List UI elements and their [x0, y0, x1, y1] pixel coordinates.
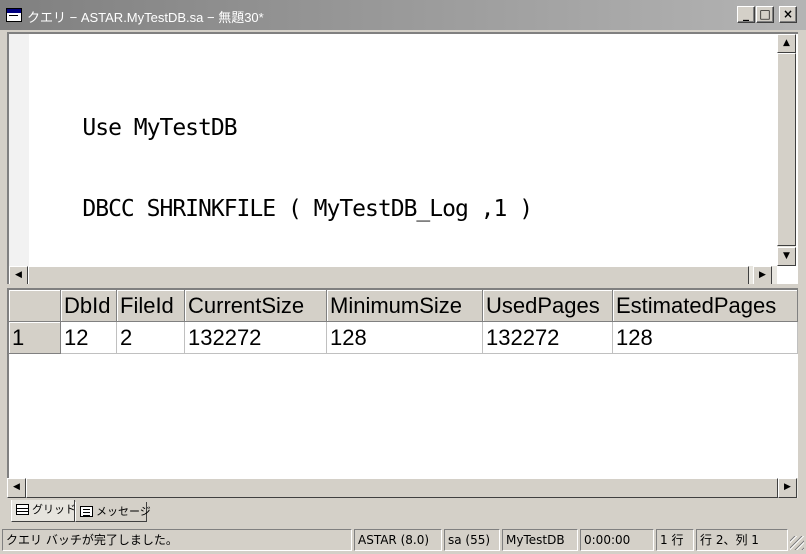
- scroll-right-arrow-icon[interactable]: ▶: [753, 266, 772, 285]
- title-bar[interactable]: クエリ − ASTAR.MyTestDB.sa − 無題30* _ □ ×: [0, 0, 806, 30]
- editor-vertical-scroll-thumb[interactable]: [777, 53, 796, 246]
- scroll-left-arrow-icon[interactable]: ◀: [7, 478, 26, 498]
- tab-grid[interactable]: グリッド: [11, 500, 76, 522]
- column-header[interactable]: EstimatedPages: [613, 290, 798, 322]
- grid-horizontal-scroll-thumb[interactable]: [26, 478, 778, 498]
- column-header[interactable]: MinimumSize: [327, 290, 483, 322]
- maximize-button[interactable]: □: [756, 6, 774, 23]
- column-header[interactable]: CurrentSize: [185, 290, 327, 322]
- editor-horizontal-scroll-thumb[interactable]: [28, 266, 749, 285]
- code-line: Use MyTestDB: [31, 115, 237, 141]
- editor-vertical-scrollbar[interactable]: ▲ ▼: [777, 34, 796, 266]
- minimize-button[interactable]: _: [737, 6, 755, 23]
- close-button[interactable]: ×: [779, 6, 797, 23]
- status-user: sa (55): [444, 529, 500, 551]
- table-cell[interactable]: 132272: [185, 322, 327, 354]
- status-elapsed-time: 0:00:00: [580, 529, 654, 551]
- scroll-right-arrow-icon[interactable]: ▶: [778, 478, 797, 498]
- window-title: クエリ − ASTAR.MyTestDB.sa − 無題30*: [27, 10, 264, 25]
- query-window-icon[interactable]: [6, 8, 22, 22]
- grid-icon: [16, 504, 29, 515]
- status-cursor-position: 行 2、列 1: [696, 529, 788, 551]
- table-row[interactable]: 1 12 2 132272 128 132272 128: [9, 322, 798, 354]
- table-cell[interactable]: 132272: [483, 322, 613, 354]
- row-number[interactable]: 1: [9, 322, 61, 354]
- results-grid[interactable]: DbId FileId CurrentSize MinimumSize Used…: [7, 288, 798, 498]
- tab-grid-label: グリッド: [32, 503, 76, 516]
- result-tabs: グリッド メッセージ: [7, 500, 798, 522]
- column-header[interactable]: FileId: [117, 290, 185, 322]
- status-message: クエリ バッチが完了しました。: [2, 529, 352, 551]
- editor-horizontal-scrollbar[interactable]: ◀ ▶: [9, 266, 777, 285]
- row-number-header[interactable]: [9, 290, 61, 322]
- editor-gutter: [9, 34, 29, 266]
- status-row-count: 1 行: [656, 529, 694, 551]
- messages-icon: [80, 506, 93, 517]
- grid-horizontal-scrollbar[interactable]: ◀ ▶: [7, 478, 798, 498]
- tab-messages[interactable]: メッセージ: [75, 502, 151, 522]
- query-editor[interactable]: Use MyTestDB DBCC SHRINKFILE ( MyTestDB_…: [7, 32, 798, 303]
- scroll-left-arrow-icon[interactable]: ◀: [9, 266, 28, 285]
- table-cell[interactable]: 128: [327, 322, 483, 354]
- scroll-up-arrow-icon[interactable]: ▲: [777, 34, 796, 53]
- status-database: MyTestDB: [502, 529, 578, 551]
- scroll-down-arrow-icon[interactable]: ▼: [777, 247, 796, 266]
- table-cell[interactable]: 12: [61, 322, 117, 354]
- status-bar: クエリ バッチが完了しました。 ASTAR (8.0) sa (55) MyTe…: [0, 528, 806, 552]
- tab-messages-label: メッセージ: [96, 505, 151, 518]
- code-line: DBCC SHRINKFILE ( MyTestDB_Log ,1 ): [31, 196, 533, 222]
- status-server: ASTAR (8.0): [354, 529, 442, 551]
- table-cell[interactable]: 2: [117, 322, 185, 354]
- column-header[interactable]: DbId: [61, 290, 117, 322]
- table-cell[interactable]: 128: [613, 322, 798, 354]
- column-header[interactable]: UsedPages: [483, 290, 613, 322]
- grid-header-row: DbId FileId CurrentSize MinimumSize Used…: [9, 290, 798, 322]
- resize-grip-icon[interactable]: [790, 536, 804, 550]
